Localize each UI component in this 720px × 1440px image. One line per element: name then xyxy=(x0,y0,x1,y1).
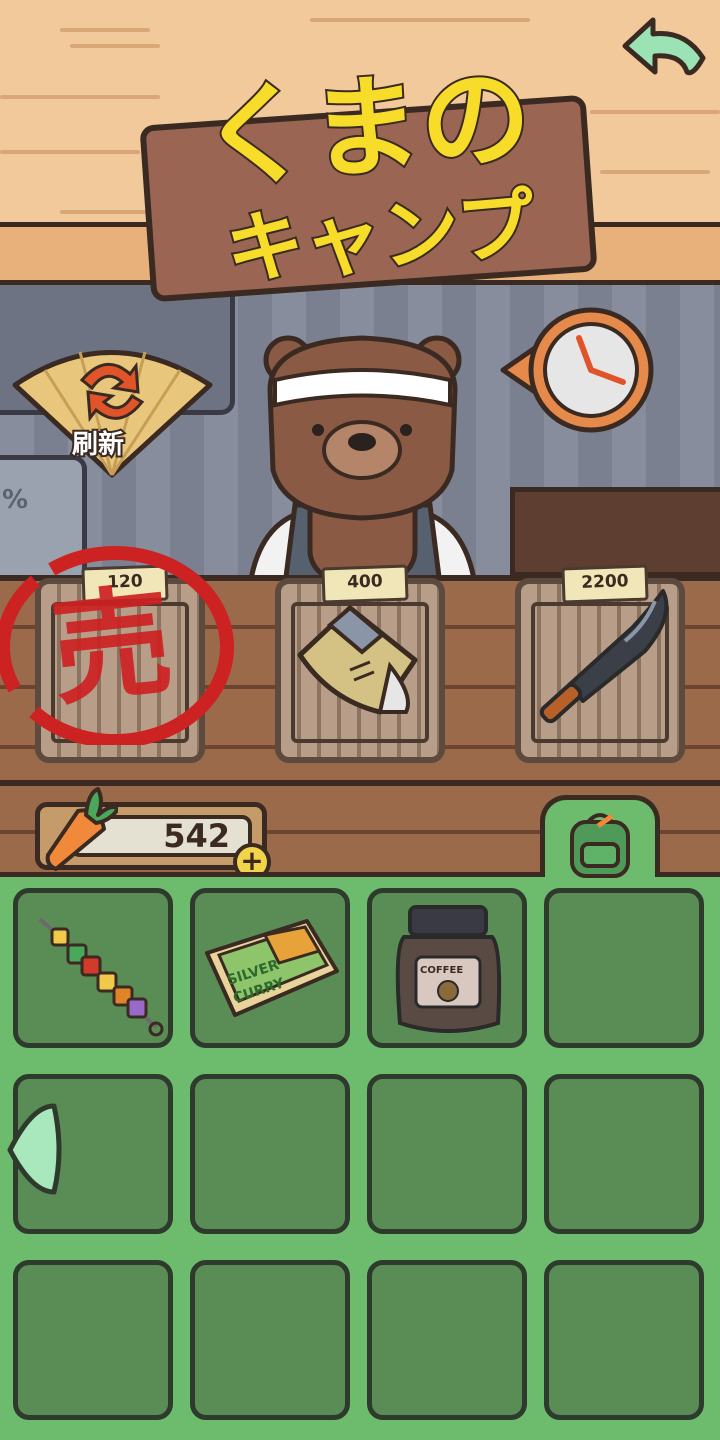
bag-slot-8[interactable] xyxy=(544,1074,704,1234)
carrot-icon xyxy=(45,787,118,871)
bag-slot-11[interactable] xyxy=(367,1260,527,1420)
sleeping-bag-icon xyxy=(297,605,418,715)
coffee-label: COFFEE xyxy=(420,965,463,976)
bag-slot-7[interactable] xyxy=(367,1074,527,1234)
previous-page-arrow-icon[interactable] xyxy=(2,1098,68,1200)
fish-clock-icon xyxy=(500,307,654,433)
machete-icon xyxy=(539,589,669,724)
bag-slot-9[interactable] xyxy=(13,1260,173,1420)
coffee-jar-icon: COFFEE xyxy=(395,905,502,1033)
price-tag-2: 400 xyxy=(321,564,409,604)
refresh-button[interactable]: 刷新 xyxy=(10,330,215,480)
sold-stamp: 売 xyxy=(45,572,179,723)
bag-slot-1[interactable] xyxy=(13,888,173,1048)
bag-slot-2[interactable]: SILVER CURRY xyxy=(190,888,350,1048)
bag-slot-4[interactable] xyxy=(544,888,704,1048)
refresh-label: 刷新 xyxy=(70,428,126,462)
back-arrow-icon[interactable] xyxy=(615,10,710,80)
bag-slot-6[interactable] xyxy=(190,1074,350,1234)
curry-box-icon: SILVER CURRY xyxy=(205,919,339,1017)
bear-shopkeeper xyxy=(247,335,478,585)
side-cabinet xyxy=(510,487,720,577)
bag-slot-3[interactable]: COFFEE xyxy=(367,888,527,1048)
bag-slot-10[interactable] xyxy=(190,1260,350,1420)
backpack-icon xyxy=(570,813,630,878)
vegetable-skewer-icon xyxy=(38,917,164,1037)
bag-slot-12[interactable] xyxy=(544,1260,704,1420)
